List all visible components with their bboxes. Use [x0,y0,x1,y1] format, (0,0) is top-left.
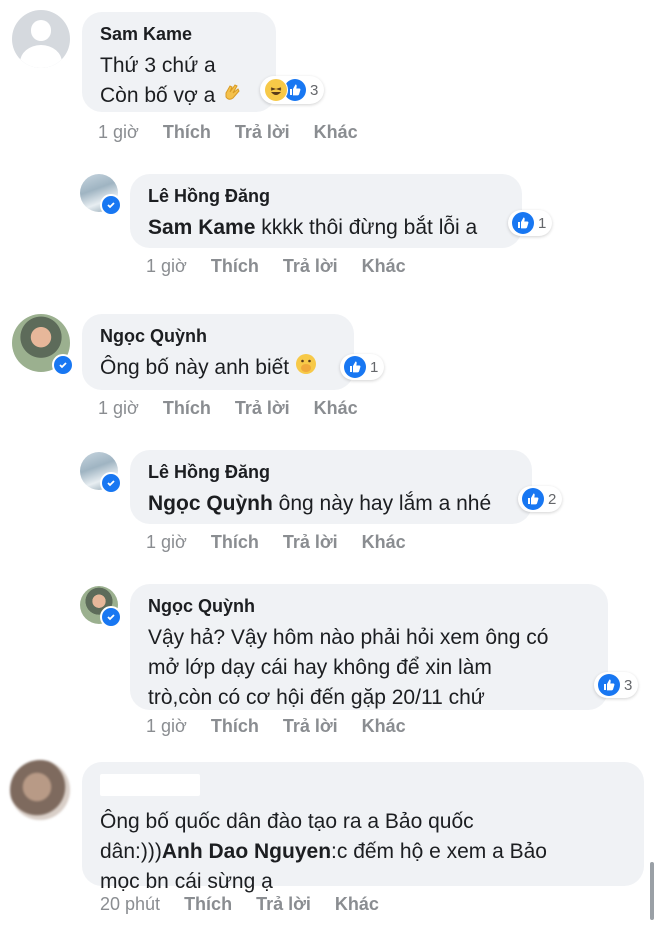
more-button[interactable]: Khác [314,398,358,419]
comment-actions: 20 phút Thích Trả lời Khác [100,894,403,915]
timestamp[interactable]: 1 giờ [98,398,139,419]
clapping-hands-icon [221,81,243,112]
mention-link[interactable]: Ngọc Quỳnh [148,492,273,515]
reaction-count: 3 [624,676,633,694]
comment-body: Ông bố này anh biết [100,356,290,380]
like-button[interactable]: Thích [211,532,259,553]
reply-button[interactable]: Trả lời [235,398,290,419]
like-button[interactable]: Thích [211,716,259,737]
avatar[interactable] [80,174,122,216]
reply-button[interactable]: Trả lời [235,122,290,143]
like-icon [522,488,544,510]
comment-line: Vậy hả? Vậy hôm nào phải hỏi xem ông có [148,626,549,649]
avatar[interactable] [80,452,122,494]
like-icon [598,674,620,696]
comment-bubble: Lê Hồng Đăng Ngọc Quỳnh ông này hay lắm … [130,450,532,524]
like-button[interactable]: Thích [184,894,232,915]
more-button[interactable]: Khác [335,894,379,915]
verified-badge-icon [100,472,122,494]
like-icon [512,212,534,234]
comment-actions: 1 giờ Thích Trả lời Khác [98,122,382,143]
reaction-summary[interactable]: 1 [508,210,553,236]
timestamp[interactable]: 1 giờ [146,716,187,737]
comment-bubble: Ngọc Quỳnh Vậy hả? Vậy hôm nào phải hỏi … [130,584,608,710]
avatar[interactable] [12,314,74,376]
comment-text: Sam Kame kkkk thôi đừng bắt lỗi a [148,213,504,243]
comment-line: Thứ 3 chứ a [100,54,216,77]
reply-button[interactable]: Trả lời [283,716,338,737]
more-button[interactable]: Khác [362,532,406,553]
comment-author-redacted [100,774,626,801]
comment-text: Ngọc Quỳnh ông này hay lắm a nhé [148,489,514,519]
reaction-summary[interactable]: 3 [260,76,325,104]
like-button[interactable]: Thích [211,256,259,277]
comment-line: :c đếm hộ e xem a Bảo [331,840,547,863]
comment-author[interactable]: Ngọc Quỳnh [100,326,336,347]
timestamp[interactable]: 1 giờ [98,122,139,143]
timestamp[interactable]: 1 giờ [146,256,187,277]
comment-bubble: Lê Hồng Đăng Sam Kame kkkk thôi đừng bắt… [130,174,522,248]
comment-text: Ông bố này anh biết [100,353,336,384]
avatar[interactable] [10,760,70,820]
comment-actions: 1 giờ Thích Trả lời Khác [146,716,430,737]
comment-text: Ông bố quốc dân đào tạo ra a Bảo quốc dâ… [100,807,626,897]
more-button[interactable]: Khác [362,256,406,277]
comment-line: mở lớp dạy cái hay không để xin làm [148,656,492,679]
comment-bubble: Ông bố quốc dân đào tạo ra a Bảo quốc dâ… [82,762,644,893]
comment-author[interactable]: Lê Hồng Đăng [148,186,504,207]
reaction-summary[interactable]: 3 [594,672,639,698]
more-button[interactable]: Khác [362,716,406,737]
timestamp[interactable]: 20 phút [100,894,160,915]
reaction-count: 1 [370,358,379,376]
reaction-count: 2 [548,490,557,508]
comment-text: Vậy hả? Vậy hôm nào phải hỏi xem ông có … [148,623,590,713]
comment-body: kkkk thôi đừng bắt lỗi a [255,216,478,239]
mention-link[interactable]: Anh Dao Nguyen [162,840,331,863]
verified-badge-icon [100,194,122,216]
comment-bubble: Ngọc Quỳnh Ông bố này anh biết [82,314,354,390]
comment-actions: 1 giờ Thích Trả lời Khác [98,398,382,419]
comment-line: Ông bố quốc dân đào tạo ra a Bảo quốc [100,810,474,833]
reply-button[interactable]: Trả lời [283,532,338,553]
like-icon [344,356,366,378]
avatar[interactable] [12,10,70,68]
comment-actions: 1 giờ Thích Trả lời Khác [146,256,430,277]
verified-badge-icon [52,354,74,376]
more-button[interactable]: Khác [314,122,358,143]
scrollbar[interactable] [650,862,654,920]
comment-body: ông này hay lắm a nhé [272,492,492,515]
comment-line: dân:))) [100,840,162,863]
comment-line: mọc bn cái sừng ạ [100,870,273,893]
comment-line: trò,còn có cơ hội đến gặp 20/11 chứ [148,686,485,709]
reaction-summary[interactable]: 2 [518,486,563,512]
reaction-count: 3 [310,81,319,99]
reaction-count: 1 [538,214,547,232]
mention-link[interactable]: Sam Kame [148,216,255,239]
comment-author[interactable]: Lê Hồng Đăng [148,462,514,483]
reply-button[interactable]: Trả lời [256,894,311,915]
like-button[interactable]: Thích [163,122,211,143]
face-with-hand-over-mouth-icon [295,353,317,384]
verified-badge-icon [100,606,122,628]
haha-emoji-icon [264,78,288,102]
comment-bubble: Sam Kame Thứ 3 chứ a Còn bố vợ a [82,12,276,112]
comment-author[interactable]: Sam Kame [100,24,258,45]
reply-button[interactable]: Trả lời [283,256,338,277]
like-button[interactable]: Thích [163,398,211,419]
comment-line: Còn bố vợ a [100,84,216,108]
reaction-summary[interactable]: 1 [340,354,385,380]
comment-author[interactable]: Ngọc Quỳnh [148,596,590,617]
avatar[interactable] [80,586,122,628]
timestamp[interactable]: 1 giờ [146,532,187,553]
comment-text: Thứ 3 chứ a Còn bố vợ a [100,51,258,112]
comment-actions: 1 giờ Thích Trả lời Khác [146,532,430,553]
